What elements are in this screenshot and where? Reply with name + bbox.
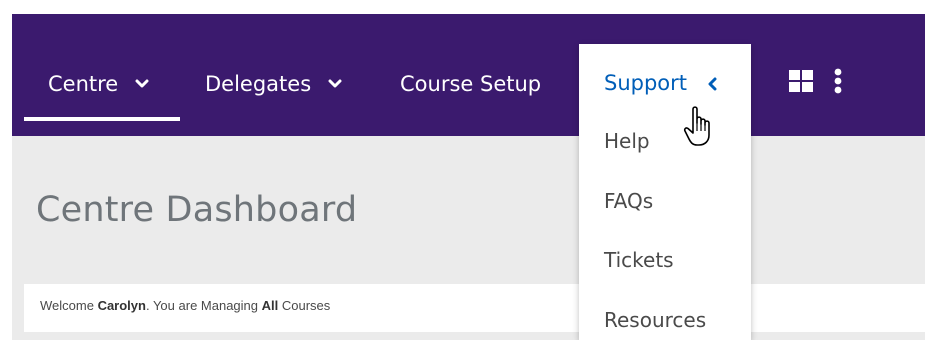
welcome-suffix: Courses bbox=[278, 298, 331, 313]
nav-item-centre[interactable]: Centre bbox=[48, 68, 149, 98]
page-title: Centre Dashboard bbox=[36, 190, 358, 230]
welcome-prefix: Welcome bbox=[40, 298, 98, 313]
welcome-scope: All bbox=[261, 298, 279, 313]
active-tab-indicator bbox=[24, 117, 180, 121]
welcome-message: Welcome Carolyn. You are Managing All Co… bbox=[40, 298, 330, 313]
menu-item-tickets[interactable]: Tickets bbox=[604, 245, 674, 275]
more-vertical-icon[interactable] bbox=[834, 68, 842, 94]
welcome-bar: Welcome Carolyn. You are Managing All Co… bbox=[24, 284, 925, 332]
menu-item-resources[interactable]: Resources bbox=[604, 305, 706, 335]
welcome-user-name: Carolyn bbox=[97, 298, 146, 313]
menu-item-faqs[interactable]: FAQs bbox=[604, 186, 653, 216]
support-dropdown-menu: Support Help FAQs Tickets Resources bbox=[579, 44, 751, 340]
top-navbar: Centre Delegates Course Setup bbox=[12, 14, 925, 136]
welcome-middle: . You are Managing bbox=[145, 298, 262, 313]
nav-item-label: Delegates bbox=[205, 72, 312, 96]
hand-pointer-cursor-icon bbox=[683, 106, 710, 146]
nav-item-delegates[interactable]: Delegates bbox=[205, 68, 342, 98]
nav-item-support[interactable]: Support bbox=[604, 68, 718, 98]
grid-icon[interactable] bbox=[789, 70, 813, 92]
menu-item-help[interactable]: Help bbox=[604, 126, 650, 156]
nav-item-course-setup[interactable]: Course Setup bbox=[400, 68, 541, 98]
nav-item-label: Centre bbox=[48, 72, 119, 96]
support-label: Support bbox=[604, 71, 688, 95]
chevron-down-icon bbox=[135, 79, 149, 88]
content-area: Centre Dashboard Welcome Carolyn. You ar… bbox=[12, 136, 925, 340]
chevron-left-icon bbox=[708, 77, 717, 91]
nav-item-label: Course Setup bbox=[400, 72, 542, 96]
chevron-down-icon bbox=[328, 79, 342, 88]
